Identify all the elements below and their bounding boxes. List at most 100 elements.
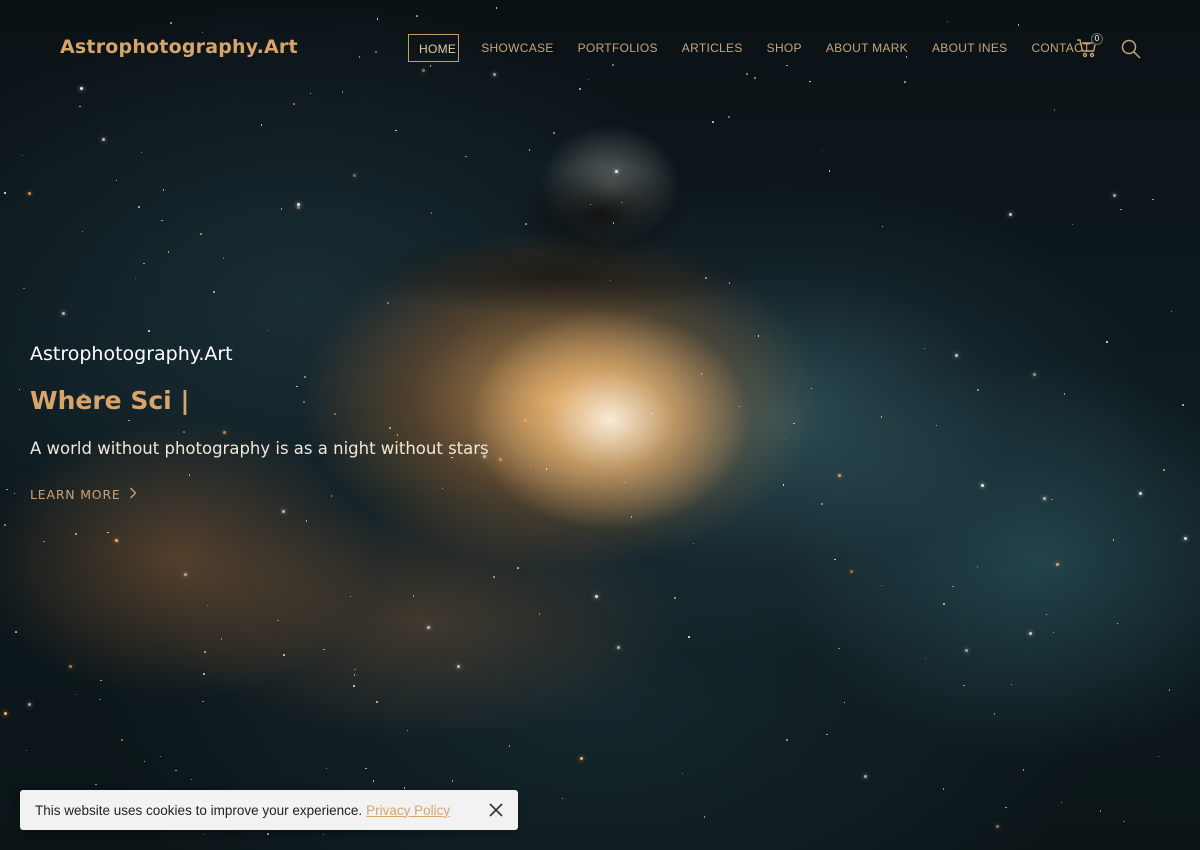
- star: [849, 570, 853, 574]
- star: [341, 91, 344, 93]
- site-logo[interactable]: Astrophotography.Art: [60, 36, 298, 58]
- star: [170, 22, 172, 24]
- nav-item-portfolios[interactable]: PORTFOLIOS: [566, 34, 670, 62]
- star: [296, 385, 298, 388]
- star: [738, 405, 741, 408]
- star: [75, 693, 78, 696]
- star: [190, 778, 193, 781]
- star: [525, 223, 527, 225]
- star: [784, 437, 787, 440]
- nav-item-showcase[interactable]: SHOWCASE: [469, 34, 565, 62]
- star: [1029, 632, 1033, 636]
- star: [880, 584, 883, 587]
- star: [757, 335, 760, 337]
- star: [95, 783, 97, 786]
- star: [305, 520, 308, 522]
- starfield: [0, 0, 1200, 850]
- star: [325, 767, 328, 770]
- star: [175, 769, 177, 772]
- star: [206, 604, 209, 607]
- star: [162, 189, 165, 191]
- star: [579, 88, 581, 90]
- star: [863, 774, 867, 778]
- star: [728, 116, 730, 118]
- hero-kicker: Astrophotography.Art: [30, 343, 233, 365]
- star: [545, 468, 548, 470]
- star: [18, 388, 21, 391]
- star: [27, 191, 31, 195]
- star: [1071, 223, 1074, 226]
- star: [427, 625, 431, 629]
- star: [952, 585, 954, 588]
- star: [1112, 193, 1116, 197]
- star: [1099, 810, 1102, 812]
- star: [935, 424, 938, 427]
- search-icon[interactable]: [1121, 39, 1141, 59]
- star: [593, 450, 596, 453]
- star: [692, 542, 695, 545]
- star: [1060, 801, 1063, 804]
- star: [1043, 497, 1047, 501]
- star: [143, 760, 146, 763]
- star: [821, 503, 823, 505]
- star: [293, 103, 295, 105]
- star: [688, 636, 690, 638]
- star: [21, 154, 24, 157]
- star: [1033, 373, 1037, 377]
- star: [148, 330, 150, 332]
- star: [465, 155, 467, 158]
- star: [416, 15, 418, 17]
- star: [843, 701, 846, 704]
- star: [80, 86, 84, 90]
- star: [1053, 109, 1055, 111]
- nav-item-shop[interactable]: SHOP: [755, 34, 814, 62]
- star: [220, 638, 223, 640]
- star: [954, 354, 958, 358]
- star: [595, 594, 599, 598]
- star: [964, 649, 968, 653]
- cookie-text: This website uses cookies to improve you…: [35, 802, 363, 818]
- star: [1022, 769, 1025, 771]
- cart-count-badge: 0: [1091, 33, 1103, 45]
- star: [923, 347, 926, 350]
- star: [304, 376, 306, 378]
- star: [430, 212, 433, 214]
- star: [457, 665, 461, 669]
- star: [159, 755, 162, 758]
- star: [267, 833, 269, 835]
- star: [79, 105, 81, 108]
- star: [1116, 622, 1119, 625]
- nav-item-articles[interactable]: ARTICLES: [670, 34, 755, 62]
- star: [389, 427, 391, 429]
- star: [1138, 491, 1142, 495]
- star: [222, 257, 225, 259]
- star: [524, 419, 528, 423]
- nav-item-about-ines[interactable]: ABOUT INES: [920, 34, 1019, 62]
- star: [296, 206, 300, 210]
- star: [1123, 820, 1125, 823]
- star: [376, 18, 379, 20]
- star: [280, 208, 283, 210]
- star: [609, 279, 612, 282]
- star: [810, 387, 813, 390]
- close-icon[interactable]: [488, 802, 504, 818]
- star: [99, 698, 101, 701]
- star: [942, 788, 945, 790]
- privacy-policy-link[interactable]: Privacy Policy: [366, 803, 450, 818]
- star: [495, 7, 498, 9]
- star: [703, 816, 706, 818]
- nav-item-home[interactable]: HOME: [408, 34, 460, 62]
- star: [616, 645, 620, 649]
- star: [943, 603, 945, 605]
- star: [821, 149, 824, 152]
- learn-more-link[interactable]: LEARN MORE: [30, 487, 137, 502]
- star: [579, 757, 583, 761]
- star: [387, 302, 389, 304]
- star: [4, 524, 6, 526]
- star: [528, 149, 531, 151]
- star: [880, 416, 883, 418]
- star: [200, 233, 202, 235]
- nav-item-about-mark[interactable]: ABOUT MARK: [814, 34, 920, 62]
- star: [202, 700, 204, 703]
- learn-more-label: LEARN MORE: [30, 487, 121, 502]
